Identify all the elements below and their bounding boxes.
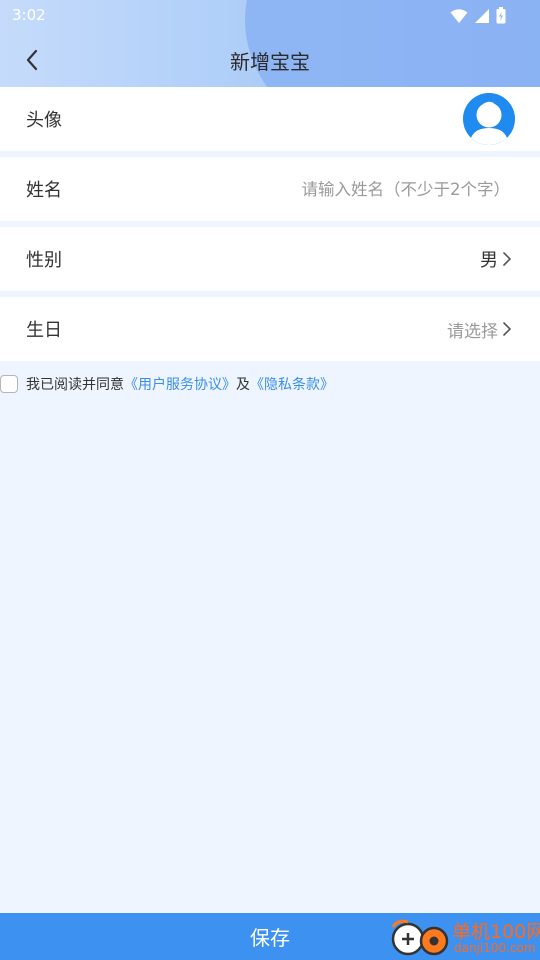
gender-value: 男: [480, 250, 498, 271]
agreement-prefix: 我已阅读并同意: [26, 377, 124, 393]
name-input[interactable]: [210, 179, 510, 199]
chevron-right-icon: [503, 252, 511, 266]
avatar-row[interactable]: 头像: [0, 87, 540, 151]
signal-icon: [475, 8, 489, 23]
agreement-middle: 及: [236, 377, 250, 393]
avatar-label: 头像: [26, 110, 62, 131]
default-avatar-icon: [463, 93, 515, 145]
gender-row[interactable]: 性别 男: [0, 227, 540, 291]
page-title: 新增宝宝: [230, 50, 310, 74]
watermark-text: 单机100网: [452, 921, 540, 943]
battery-icon: [496, 7, 506, 24]
status-bar: 3:02: [0, 0, 540, 30]
wifi-icon: [450, 8, 468, 23]
watermark-logo-icon: [391, 919, 449, 956]
save-button-label: 保存: [250, 926, 290, 950]
name-row: 姓名: [0, 157, 540, 221]
birthday-label: 生日: [26, 320, 62, 341]
avatar[interactable]: [463, 93, 515, 145]
header: 3:02 新增宝宝: [0, 0, 540, 87]
watermark: 单机100网 danji100.com: [388, 917, 540, 959]
user-agreement-link[interactable]: 《用户服务协议》: [124, 374, 236, 394]
screen: 3:02 新增宝宝 头像 姓名 请输入姓名（不少于2个字） 性别 男 生日 请选…: [0, 0, 540, 960]
birthday-row[interactable]: 生日 请选择: [0, 297, 540, 361]
agreement: 我已阅读并同意 《用户服务协议》 及 《隐私条款》: [0, 372, 334, 396]
gender-selector[interactable]: 男: [480, 246, 512, 272]
chevron-right-icon: [503, 322, 511, 336]
birthday-placeholder: 请选择: [447, 321, 498, 342]
title-bar: 新增宝宝: [0, 34, 540, 84]
agreement-checkbox[interactable]: [0, 375, 18, 393]
status-time: 3:02: [12, 6, 46, 24]
name-label: 姓名: [26, 180, 62, 201]
privacy-policy-link[interactable]: 《隐私条款》: [250, 374, 334, 394]
watermark-url: danji100.com: [454, 941, 536, 955]
gender-label: 性别: [26, 250, 62, 271]
status-icons: [450, 7, 506, 24]
birthday-selector[interactable]: 请选择: [447, 317, 512, 342]
